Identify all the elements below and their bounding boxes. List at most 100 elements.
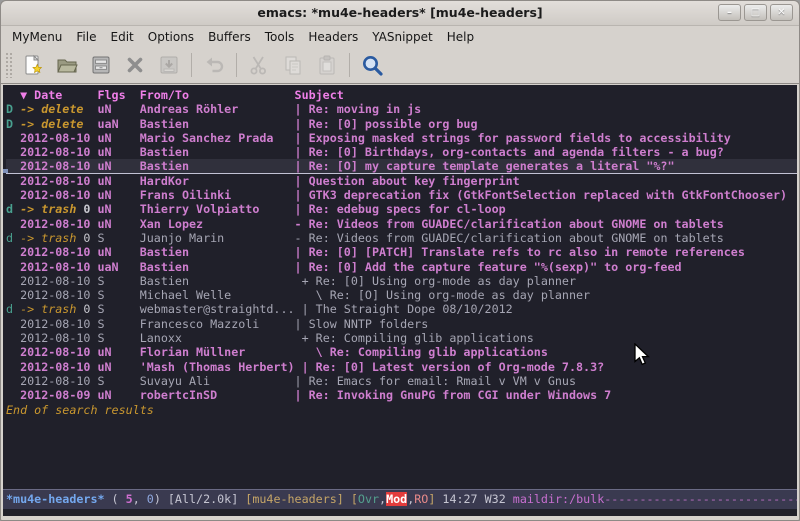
thread-prefix: | [302,360,316,374]
message-row[interactable]: d -> trash 0 S webmaster@straightd... | … [6,302,797,316]
message-row[interactable]: 2012-08-10 uN Florian Müllner \ Re: Comp… [6,345,797,359]
headers-list: ▼ Date Flgs From/To SubjectD -> delete u… [3,85,797,489]
paste-button [311,49,343,81]
menu-item-yasnippet[interactable]: YASnippet [365,28,440,46]
thread-mark [6,174,20,188]
flags-cell: uN [97,159,139,173]
search-icon [360,53,384,77]
date-cell: 2012-08-10 [20,288,97,302]
flags-cell: uN [97,217,139,231]
thread-mark: D [6,117,20,131]
message-row[interactable]: 2012-08-10 uN Bastien | Re: [0] [PATCH] … [6,245,797,259]
minimize-button[interactable]: – [718,4,741,21]
message-row[interactable]: 2012-08-10 uN Frans Oilinki | GTK3 depre… [6,188,797,202]
column-headers[interactable]: ▼ Date Flgs From/To Subject [6,88,797,102]
menu-item-buffers[interactable]: Buffers [201,28,258,46]
echo-area[interactable] [3,509,797,516]
from-cell: Andreas Röhler [140,102,295,116]
message-row[interactable]: 2012-08-10 uN Xan Lopez - Re: Videos fro… [6,217,797,231]
subject-cell: GTK3 deprecation fix (GtkFontSelection r… [309,188,787,202]
from-cell: Bastien [140,145,295,159]
date-value [83,102,97,116]
thread-prefix: | [295,388,309,402]
toolbar-grip-handle[interactable] [5,52,12,78]
message-row[interactable]: 2012-08-10 uN HardKor | Question about k… [6,174,797,188]
from-cell: Frans Oilinki [140,188,295,202]
thread-mark: d [6,202,20,216]
flags-cell: S [98,302,140,316]
message-row[interactable]: D -> delete uaN Bastien | Re: [0] possib… [6,117,797,131]
from-cell: Xan Lopez [140,217,295,231]
titlebar[interactable]: emacs: *mu4e-headers* [mu4e-headers] –□✕ [1,1,799,26]
date-value: 2012-08-10 [20,374,97,388]
message-row[interactable]: 2012-08-09 uN robertcInSD | Re: Invoking… [6,388,797,402]
thread-prefix: | [295,102,309,116]
menu-item-headers[interactable]: Headers [301,28,365,46]
message-row[interactable]: 2012-08-10 S Suvayu Ali | Re: Emacs for … [6,374,797,388]
subject-cell: Re: [0] [PATCH] Translate refs to rc als… [309,245,745,259]
message-row[interactable]: 2012-08-10 S Francesco Mazzoli | Slow NN… [6,317,797,331]
save-button[interactable] [85,49,117,81]
search-button[interactable] [356,49,388,81]
close-button[interactable] [119,49,151,81]
flags-cell: S [97,288,139,302]
date-cell: -> trash 0 [20,231,97,245]
action-extra: 0 [76,302,90,316]
modeline-segment-unread: 5 [126,492,133,506]
thread-mark [6,217,20,231]
flags-cell: uaN [97,260,139,274]
message-row[interactable]: 2012-08-10 S Bastien + Re: [0] Using org… [6,274,797,288]
menu-item-options[interactable]: Options [141,28,201,46]
date-value: 2012-08-10 [20,360,97,374]
modeline[interactable]: *mu4e-headers* ( 5, 0) [All/2.0k] [mu4e-… [3,489,797,509]
maximize-button[interactable]: □ [744,4,767,21]
message-row[interactable]: 2012-08-10 uN Bastien | Re: [O] my captu… [6,159,797,173]
flags-cell: uN [98,202,140,216]
modeline-segment-dashes: ----------------------------------------… [604,492,797,506]
message-row[interactable]: 2012-08-10 S Michael Welle \ Re: [O] Usi… [6,288,797,302]
message-row[interactable]: 2012-08-10 uN Mario Sanchez Prada | Expo… [6,131,797,145]
toolbar [1,47,799,84]
thread-mark: d [6,302,20,316]
date-value [83,117,97,131]
menu-item-mymenu[interactable]: MyMenu [5,28,69,46]
subject-cell: Re: [0] Latest version of Org-mode 7.8.3… [316,360,605,374]
subject-cell: Re: Compiling glib applications [330,345,548,359]
new-file-button[interactable] [17,49,49,81]
modeline-segment-plain: [All/2.0k] [168,492,245,506]
modeline-segment-mode: [mu4e-headers] [245,492,351,506]
date-cell: ▼ Date [20,88,97,102]
message-row[interactable]: 2012-08-10 S Lanoxx + Re: Compiling glib… [6,331,797,345]
action-label: -> delete [20,102,83,116]
date-cell: 2012-08-10 [20,260,97,274]
from-cell: Suvayu Ali [140,374,295,388]
subject-cell: Re: [0] Using org-mode as day planner [316,274,576,288]
date-value: 2012-08-10 [20,188,97,202]
menu-item-help[interactable]: Help [440,28,481,46]
date-cell: 2012-08-09 [20,388,97,402]
menu-item-tools[interactable]: Tools [258,28,302,46]
date-value: 2012-08-09 [20,388,97,402]
modeline-segment-ro: RO [414,492,428,506]
thread-prefix: | [302,302,316,316]
message-row[interactable]: 2012-08-10 uN Bastien | Re: [0] Birthday… [6,145,797,159]
menu-item-edit[interactable]: Edit [104,28,141,46]
flags-cell: S [97,331,139,345]
date-value: 2012-08-10 [20,317,97,331]
thread-mark [6,245,20,259]
thread-mark [6,131,20,145]
menu-item-file[interactable]: File [69,28,103,46]
flags-cell: uN [97,360,139,374]
message-row[interactable]: 2012-08-10 uaN Bastien | Re: [0] Add the… [6,260,797,274]
modeline-segment-maildir: maildir:/bulk [513,492,604,506]
open-folder-button[interactable] [51,49,83,81]
close-button[interactable]: ✕ [770,4,793,21]
message-row[interactable]: 2012-08-10 uN 'Mash (Thomas Herbert) | R… [6,360,797,374]
message-row[interactable]: D -> delete uN Andreas Röhler | Re: movi… [6,102,797,116]
thread-mark [6,331,20,345]
date-cell: 2012-08-10 [20,274,97,288]
message-row[interactable]: d -> trash 0 uN Thierry Volpiatto | Re: … [6,202,797,216]
thread-mark [6,145,20,159]
message-row[interactable]: d -> trash 0 S Juanjo Marin - Re: Videos… [6,231,797,245]
copy-button [277,49,309,81]
